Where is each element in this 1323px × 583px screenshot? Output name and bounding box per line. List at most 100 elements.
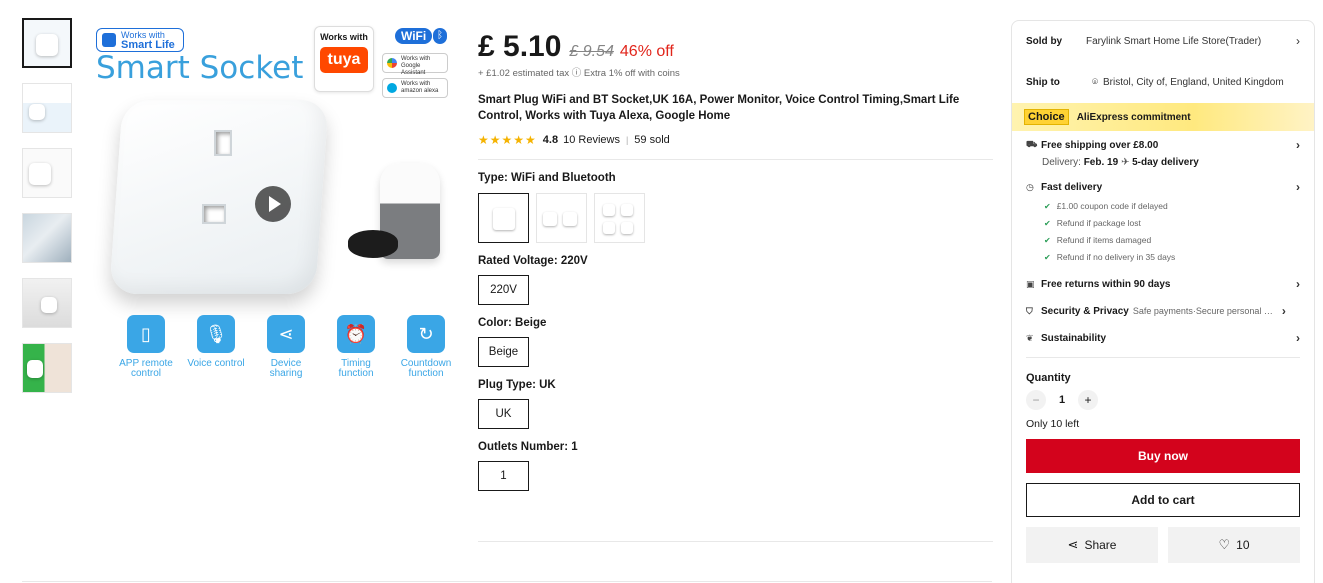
wifi-badge: WiFi bbox=[395, 28, 433, 44]
plug-type-option[interactable]: UK bbox=[478, 399, 529, 429]
choice-commitment-text: AliExpress commitment bbox=[1076, 111, 1191, 123]
divider bbox=[22, 581, 992, 582]
sustainability-row[interactable]: ❦ Sustainability › bbox=[1012, 331, 1314, 345]
alexa-icon bbox=[387, 83, 397, 93]
alexa-top-text: Works with bbox=[401, 81, 431, 87]
check-icon: ✔ bbox=[1044, 218, 1051, 228]
fast-delivery-text: Fast delivery bbox=[1041, 181, 1103, 193]
quantity-increase-button[interactable]: + bbox=[1078, 390, 1098, 410]
sold-count: 59 sold bbox=[634, 134, 670, 146]
sustainability-text: Sustainability bbox=[1041, 332, 1107, 344]
security-text: Security & Privacy bbox=[1041, 305, 1129, 317]
security-row[interactable]: ⛉ Security & Privacy Safe payments·Secur… bbox=[1012, 304, 1314, 318]
thumbnail-1[interactable] bbox=[22, 18, 72, 68]
store-name[interactable]: Farylink Smart Home Life Store(Trader) bbox=[1086, 36, 1292, 47]
feature-icons: ▯ APP remote control 🎙 Voice control ⋖ Devi… bbox=[116, 315, 456, 379]
free-shipping-row: ⛟ Free shipping over £8.00 › bbox=[1026, 138, 1300, 152]
free-returns-row[interactable]: ▣ Free returns within 90 days › bbox=[1012, 277, 1314, 291]
tax-line: + £1.02 estimated tax ⓘ Extra 1% off wit… bbox=[478, 68, 680, 79]
tuya-badge: Works with tuya bbox=[314, 26, 374, 92]
delivery-prefix: Delivery: bbox=[1042, 157, 1081, 168]
chevron-right-icon: › bbox=[1296, 138, 1300, 152]
thumbnail-6[interactable] bbox=[22, 343, 72, 393]
ship-to-location[interactable]: Bristol, City of, England, United Kingdo… bbox=[1103, 77, 1300, 88]
divider bbox=[478, 159, 993, 160]
reviews-link[interactable]: 10 Reviews bbox=[563, 134, 620, 146]
divider bbox=[478, 541, 993, 542]
feature-countdown: ↻ Countdown function bbox=[396, 315, 456, 379]
price-row: £ 5.10 £ 9.54 46% off bbox=[478, 30, 993, 64]
wishlist-count: 10 bbox=[1236, 538, 1250, 552]
chevron-right-icon: › bbox=[1296, 180, 1300, 194]
thumbnail-5[interactable] bbox=[22, 278, 72, 328]
alexa-text: amazon alexa bbox=[401, 88, 439, 94]
smart-life-badge: Works with Smart Life bbox=[96, 28, 184, 52]
plug-image bbox=[603, 204, 615, 216]
thumbnail-2[interactable] bbox=[22, 83, 72, 133]
feature-label: APP remote control bbox=[119, 358, 173, 379]
feature-label: Timing function bbox=[338, 358, 374, 379]
original-price: £ 9.54 bbox=[569, 43, 614, 60]
wishlist-button[interactable]: ♡ 10 bbox=[1168, 527, 1300, 563]
video-play-button[interactable] bbox=[255, 186, 291, 222]
check-icon: ✔ bbox=[1044, 201, 1051, 211]
truck-icon: ⛟ bbox=[1026, 139, 1038, 149]
quantity-label: Quantity bbox=[1026, 372, 1071, 384]
star-rating-icon: ★★★★★ bbox=[478, 133, 537, 147]
current-price: £ 5.10 bbox=[478, 30, 562, 63]
chevron-right-icon: › bbox=[1281, 304, 1286, 318]
add-to-cart-button[interactable]: Add to cart bbox=[1026, 483, 1300, 517]
thumbnail-4[interactable] bbox=[22, 213, 72, 263]
share-button[interactable]: ⋖ Share bbox=[1026, 527, 1158, 563]
google-top-text: Works with bbox=[401, 56, 431, 62]
benefit-text: Refund if no delivery in 35 days bbox=[1056, 252, 1176, 262]
quantity-value[interactable]: 1 bbox=[1046, 394, 1078, 406]
plane-icon: ✈ bbox=[1120, 157, 1130, 168]
type-option-1[interactable] bbox=[478, 193, 529, 243]
color-option[interactable]: Beige bbox=[478, 337, 529, 367]
feature-label: Device sharing bbox=[269, 358, 303, 379]
buy-now-button[interactable]: Buy now bbox=[1026, 439, 1300, 473]
divider bbox=[1026, 357, 1300, 358]
location-pin-icon: ⌾ bbox=[1092, 76, 1098, 88]
voltage-label: Rated Voltage: 220V bbox=[478, 255, 588, 267]
purchase-panel: Sold by Farylink Smart Home Life Store(T… bbox=[1011, 20, 1315, 583]
choice-tag: Choice bbox=[1024, 109, 1069, 125]
feature-voice: 🎙 Voice control bbox=[186, 315, 246, 379]
benefit-item: ✔ £1.00 coupon code if delayed bbox=[1026, 201, 1300, 211]
security-subtext: Safe payments·Secure personal details bbox=[1132, 306, 1278, 316]
thumbnail-3[interactable] bbox=[22, 148, 72, 198]
share-icon: ⋖ bbox=[1067, 537, 1079, 552]
type-option-3[interactable] bbox=[594, 193, 645, 243]
main-product-image[interactable]: Works with Smart Life Smart Socket Works… bbox=[90, 18, 460, 388]
echo-dot-image bbox=[348, 230, 398, 258]
shipping-section[interactable]: ⛟ Free shipping over £8.00 › Delivery: F… bbox=[1012, 138, 1314, 168]
delivery-line: Delivery: Feb. 19 ✈ 5-day delivery bbox=[1026, 157, 1300, 168]
plug-type-label: Plug Type: UK bbox=[478, 379, 556, 391]
chevron-right-icon: › bbox=[1296, 34, 1300, 48]
sold-by-row[interactable]: Sold by Farylink Smart Home Life Store(T… bbox=[1012, 21, 1314, 61]
plug-image bbox=[493, 208, 515, 230]
ship-to-row[interactable]: Ship to ⌾ Bristol, City of, England, Uni… bbox=[1012, 61, 1314, 103]
type-option-2[interactable] bbox=[536, 193, 587, 243]
fast-delivery-row: ◷ Fast delivery › bbox=[1026, 180, 1300, 194]
quantity-decrease-button[interactable]: − bbox=[1026, 390, 1046, 410]
outlets-option[interactable]: 1 bbox=[478, 461, 529, 491]
google-icon bbox=[387, 58, 397, 68]
free-returns-head: ▣ Free returns within 90 days › bbox=[1026, 277, 1300, 291]
plug-image bbox=[543, 212, 557, 226]
rating-row[interactable]: ★★★★★ 4.8 10 Reviews | 59 sold bbox=[478, 133, 993, 147]
countdown-icon: ↻ bbox=[407, 315, 445, 353]
benefit-text: £1.00 coupon code if delayed bbox=[1056, 201, 1168, 211]
benefit-item: ✔ Refund if package lost bbox=[1026, 218, 1300, 228]
sold-by-label: Sold by bbox=[1026, 35, 1063, 47]
benefit-text: Refund if items damaged bbox=[1056, 235, 1152, 245]
badge-brand-text: Smart Life bbox=[121, 39, 175, 51]
check-icon: ✔ bbox=[1044, 252, 1051, 262]
fast-delivery-section[interactable]: ◷ Fast delivery › ✔ £1.00 coupon code if … bbox=[1012, 180, 1314, 262]
benefit-text: Refund if package lost bbox=[1056, 218, 1141, 228]
voltage-option[interactable]: 220V bbox=[478, 275, 529, 305]
feature-label: Countdown function bbox=[400, 358, 452, 379]
return-box-icon: ▣ bbox=[1026, 278, 1035, 289]
share-icon: ⋖ bbox=[267, 315, 305, 353]
